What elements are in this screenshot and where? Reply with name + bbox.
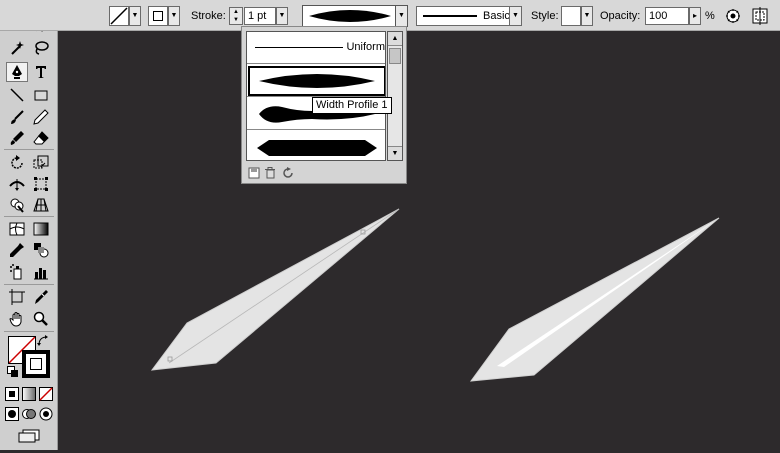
width-profile-list[interactable]: Uniform <box>246 31 386 161</box>
delete-profile-icon[interactable] <box>264 167 276 179</box>
shape-builder-tool-icon[interactable] <box>6 195 28 215</box>
tool-separator <box>4 216 54 217</box>
screen-mode-icon[interactable] <box>16 428 42 444</box>
fill-color-swatch[interactable] <box>109 6 129 26</box>
hand-tool-icon[interactable] <box>6 309 28 329</box>
blade-path-left <box>168 208 400 364</box>
default-fill-stroke-icon[interactable] <box>6 365 20 379</box>
graphic-style-dropdown-arrow[interactable]: ▼ <box>581 6 593 26</box>
brush-name: Basic <box>483 10 510 22</box>
scale-tool-icon[interactable] <box>30 153 52 173</box>
reset-profiles-icon[interactable] <box>282 167 294 179</box>
fill-color-dropdown-arrow[interactable]: ▼ <box>129 6 141 26</box>
profile-list-scrollbar[interactable]: ▲ ▼ <box>387 31 403 161</box>
blade-shape-right[interactable] <box>469 217 720 382</box>
symbol-sprayer-tool-icon[interactable] <box>6 262 28 282</box>
stroke-swatch[interactable] <box>22 350 50 378</box>
none-mode-icon[interactable] <box>38 386 54 402</box>
recolor-artwork-icon[interactable] <box>725 8 741 27</box>
type-tool-icon[interactable] <box>30 62 52 82</box>
artboard-tool-icon[interactable] <box>6 287 28 307</box>
rotate-tool-icon[interactable] <box>6 153 28 173</box>
zoom-tool-icon[interactable] <box>30 309 52 329</box>
variable-width-profile-dropdown[interactable]: ▼ <box>302 5 408 27</box>
color-mode-icon[interactable] <box>4 386 20 402</box>
column-graph-tool-icon[interactable] <box>30 262 52 282</box>
style-label: Style: <box>531 10 559 22</box>
brush-dropdown-arrow[interactable]: ▼ <box>509 7 521 25</box>
tools-panel <box>0 0 58 450</box>
pen-tool-icon[interactable] <box>6 62 28 82</box>
blob-brush-tool-icon[interactable] <box>6 128 28 148</box>
lasso-tool-icon[interactable] <box>30 38 52 58</box>
profile-tooltip: Width Profile 1 <box>312 97 392 114</box>
swap-fill-stroke-icon[interactable] <box>36 334 50 348</box>
stroke-label: Stroke: <box>191 10 226 22</box>
align-options-icon[interactable] <box>751 7 769 28</box>
opacity-unit: % <box>705 10 715 22</box>
stroke-color-dropdown-arrow[interactable]: ▼ <box>168 6 180 26</box>
eraser-tool-icon[interactable] <box>30 128 52 148</box>
stroke-weight-dropdown-arrow[interactable]: ▼ <box>276 7 288 25</box>
save-profile-icon[interactable] <box>248 167 260 179</box>
draw-normal-icon[interactable] <box>4 406 20 422</box>
profile-item-uniform[interactable]: Uniform <box>247 32 385 64</box>
tool-separator <box>4 149 54 150</box>
magic-wand-tool-icon[interactable] <box>6 38 28 58</box>
gradient-tool-icon[interactable] <box>30 219 52 239</box>
stroke-color-swatch[interactable] <box>148 6 168 26</box>
line-segment-tool-icon[interactable] <box>6 85 28 105</box>
graphic-style-swatch[interactable] <box>561 6 581 26</box>
rectangle-tool-icon[interactable] <box>30 85 52 105</box>
pencil-tool-icon[interactable] <box>30 107 52 127</box>
stroke-weight-spinner[interactable]: ▲ ▼ <box>229 7 243 25</box>
opacity-field[interactable]: 100 <box>645 7 689 25</box>
paintbrush-tool-icon[interactable] <box>6 107 28 127</box>
mesh-tool-icon[interactable] <box>6 219 28 239</box>
brush-definition-dropdown[interactable]: Basic ▼ <box>416 6 522 26</box>
eyedropper-tool-icon[interactable] <box>6 240 28 260</box>
slice-tool-icon[interactable] <box>30 287 52 307</box>
opacity-label: Opacity: <box>600 10 641 22</box>
gradient-mode-icon[interactable] <box>21 386 37 402</box>
draw-behind-icon[interactable] <box>21 406 37 422</box>
profile-dropdown-arrow[interactable]: ▼ <box>395 6 407 26</box>
free-transform-tool-icon[interactable] <box>30 174 52 194</box>
scroll-down-arrow[interactable]: ▼ <box>388 146 402 160</box>
blade-highlight-right <box>497 218 719 367</box>
profile-item-width-profile-1[interactable] <box>247 65 385 97</box>
opacity-arrow[interactable]: ▸ <box>689 7 701 25</box>
perspective-grid-tool-icon[interactable] <box>30 195 52 215</box>
tool-separator <box>4 331 54 332</box>
scroll-thumb[interactable] <box>389 48 401 64</box>
tool-separator <box>4 284 54 285</box>
canvas-artwork <box>150 208 720 382</box>
stroke-weight-field[interactable]: 1 pt <box>244 7 276 25</box>
artboard-canvas[interactable] <box>59 32 780 450</box>
scroll-up-arrow[interactable]: ▲ <box>388 32 402 46</box>
width-tool-icon[interactable] <box>6 174 28 194</box>
profile-item-label: Uniform <box>346 41 385 53</box>
blade-shape-left[interactable] <box>150 208 400 371</box>
profile-item-hexagon[interactable] <box>247 131 385 160</box>
blend-tool-icon[interactable] <box>30 240 52 260</box>
draw-inside-icon[interactable] <box>38 406 54 422</box>
